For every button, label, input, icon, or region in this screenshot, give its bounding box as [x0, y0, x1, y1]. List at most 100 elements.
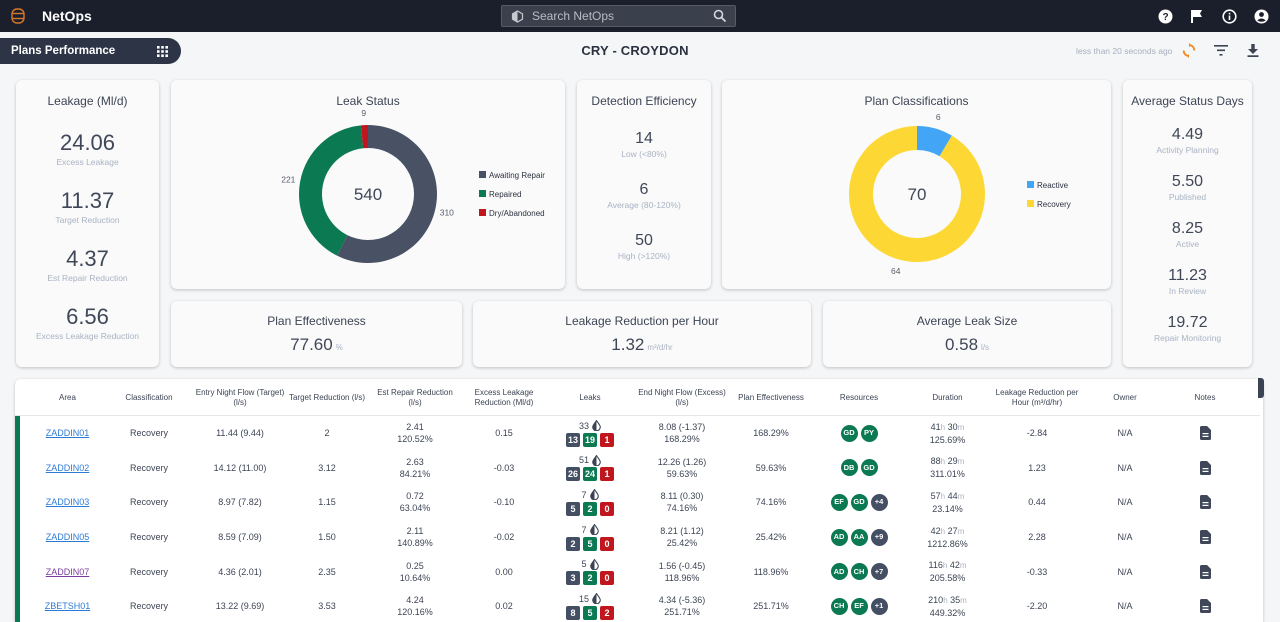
- leak-status-chart: 310 221 9 540 Awaiting Repair Repaired Dry/Aba…: [281, 108, 545, 263]
- notes-document-icon[interactable]: [1199, 495, 1211, 510]
- notes-document-icon[interactable]: [1199, 564, 1211, 579]
- area-link[interactable]: ZADDIN05: [46, 531, 90, 543]
- resource-avatar[interactable]: EF: [850, 597, 868, 615]
- column-header-leaks[interactable]: Leaks: [545, 379, 635, 416]
- end-night-flow-value: 12.26 (1.26): [657, 456, 707, 467]
- column-header-classification[interactable]: Classification: [105, 379, 193, 416]
- awaiting-repair-badge: 26: [565, 467, 580, 482]
- column-header-excess-leakage-reduction[interactable]: Excess Leakage Reduction (Ml/d): [460, 379, 548, 416]
- legend-item-recovery[interactable]: Recovery: [1027, 200, 1071, 209]
- est-repair-value: 0.25: [406, 560, 424, 571]
- resource-avatar[interactable]: AD: [830, 563, 848, 581]
- column-header-owner[interactable]: Owner: [1085, 379, 1165, 416]
- detection-efficiency-card: Detection Efficiency 14 Low (<80%) 6 Avera…: [577, 80, 711, 289]
- awaiting-repair-badge: 2: [566, 536, 580, 551]
- resource-avatar[interactable]: EF: [830, 493, 848, 511]
- leak-status-card: Leak Status 310 221 9 540 Awaiting Repair Rep…: [171, 80, 565, 289]
- cell-leakage-reduction-per-hour: -2.20: [987, 589, 1087, 622]
- more-resources-avatar[interactable]: +9: [870, 528, 888, 546]
- entry-night-flow-text: 4.36 (2.01): [218, 566, 262, 577]
- repaired-badge: 5: [583, 536, 597, 551]
- refresh-icon[interactable]: [1182, 43, 1196, 58]
- end-night-flow-percent: 25.42%: [666, 538, 698, 549]
- table-row: ZADDIN05 Recovery 8.59 (7.09) 1.50 2.11 140.8…: [15, 520, 1260, 555]
- legend-item-awaiting-repair[interactable]: Awaiting Repair: [479, 171, 545, 180]
- legend-item-repaired[interactable]: Repaired: [479, 190, 521, 199]
- svg-text:?: ?: [1162, 12, 1168, 23]
- plan-effectiveness-text: 118.96%: [753, 566, 789, 577]
- classification-text: Recovery: [129, 428, 168, 439]
- cell-excess-leakage-reduction: 0.00: [460, 554, 548, 589]
- column-header-notes[interactable]: Notes: [1165, 379, 1245, 416]
- help-icon[interactable]: ?: [1156, 7, 1174, 25]
- awaiting-repair-badge: 5: [566, 501, 580, 516]
- resource-avatar[interactable]: GD: [840, 424, 858, 442]
- classification-text: Recovery: [129, 532, 168, 543]
- column-header-end-night-flow[interactable]: End Night Flow (Excess) (l/s): [632, 379, 732, 416]
- area-link[interactable]: ZADDIN01: [46, 427, 90, 439]
- column-header-plan-effectiveness[interactable]: Plan Effectiveness: [725, 379, 817, 416]
- resource-avatar[interactable]: DB: [840, 459, 858, 477]
- more-resources-avatar[interactable]: +1: [870, 597, 888, 615]
- filter-icon[interactable]: [1214, 45, 1228, 56]
- cell-duration: 41h 30m 125.69%: [905, 416, 990, 451]
- resource-avatar[interactable]: GD: [850, 493, 868, 511]
- download-icon[interactable]: [1247, 44, 1259, 57]
- column-header-duration[interactable]: Duration: [905, 379, 990, 416]
- column-header-resources[interactable]: Resources: [815, 379, 903, 416]
- resource-avatar[interactable]: AD: [830, 528, 848, 546]
- table-scrollbar[interactable]: [1258, 378, 1264, 398]
- column-header-leakage-reduction-per-hour[interactable]: Leakage Reduction per Hour (m³/d/hr): [987, 379, 1087, 416]
- column-header-target-reduction[interactable]: Target Reduction (l/s): [283, 379, 371, 416]
- info-icon[interactable]: [1220, 7, 1238, 25]
- flag-icon[interactable]: [1188, 7, 1206, 25]
- cell-notes: [1165, 520, 1245, 555]
- resource-avatar[interactable]: CH: [830, 597, 848, 615]
- cell-classification: Recovery: [105, 485, 193, 520]
- target-reduction-text: 2.35: [318, 566, 336, 577]
- area-link[interactable]: ZBETSH01: [45, 600, 91, 612]
- notes-document-icon[interactable]: [1199, 426, 1211, 441]
- cell-area: ZADDIN03: [20, 485, 115, 520]
- duration-time: 57h 44m: [930, 490, 965, 501]
- column-header-entry-night-flow[interactable]: Entry Night Flow (Target) (l/s): [195, 379, 285, 416]
- duration-time: 42h 27m: [930, 525, 965, 536]
- stat-excess-leakage: 24.06 Excess Leakage: [56, 130, 119, 167]
- repaired-badge: 2: [583, 571, 597, 586]
- more-resources-avatar[interactable]: +4: [870, 493, 888, 511]
- column-header-est-repair-reduction[interactable]: Est Repair Reduction (l/s): [370, 379, 460, 416]
- dry-abandoned-badge: 1: [600, 432, 615, 447]
- legend-item-reactive[interactable]: Reactive: [1027, 181, 1069, 190]
- area-link[interactable]: ZADDIN07: [46, 566, 90, 578]
- slice-value-label: 310: [440, 208, 454, 218]
- leakage-reduction-per-hour-text: 2.28: [1028, 532, 1046, 543]
- owner-text: N/A: [1117, 462, 1133, 473]
- legend-label: Dry/Abandoned: [489, 209, 545, 218]
- notes-document-icon[interactable]: [1199, 530, 1211, 545]
- cell-notes: [1165, 416, 1245, 451]
- resource-avatar[interactable]: GD: [860, 459, 878, 477]
- classification-text: Recovery: [129, 601, 168, 612]
- search-box[interactable]: [501, 5, 736, 27]
- resource-avatar[interactable]: PY: [860, 424, 878, 442]
- leak-count: 33: [578, 420, 589, 431]
- resource-avatar[interactable]: AA: [850, 528, 868, 546]
- cell-entry-night-flow: 8.97 (7.82): [195, 485, 285, 520]
- cell-duration: 57h 44m 23.14%: [905, 485, 990, 520]
- est-repair-percent: 63.04%: [399, 503, 431, 514]
- area-link[interactable]: ZADDIN03: [46, 496, 90, 508]
- column-header-area[interactable]: Area: [20, 379, 115, 416]
- search-input[interactable]: [532, 8, 702, 24]
- notes-document-icon[interactable]: [1199, 460, 1211, 475]
- est-repair-percent: 84.21%: [399, 468, 431, 479]
- account-icon[interactable]: [1252, 7, 1270, 25]
- resource-avatar[interactable]: CH: [850, 563, 868, 581]
- notes-document-icon[interactable]: [1199, 599, 1211, 614]
- kpi-title: Leakage Reduction per Hour: [565, 314, 719, 328]
- cell-classification: Recovery: [105, 416, 193, 451]
- more-resources-avatar[interactable]: +7: [870, 563, 888, 581]
- area-link[interactable]: ZADDIN02: [46, 462, 90, 474]
- excess-leakage-reduction-text: -0.03: [493, 462, 515, 473]
- legend-item-dry-abandoned[interactable]: Dry/Abandoned: [479, 209, 545, 218]
- search-icon[interactable]: [713, 9, 727, 23]
